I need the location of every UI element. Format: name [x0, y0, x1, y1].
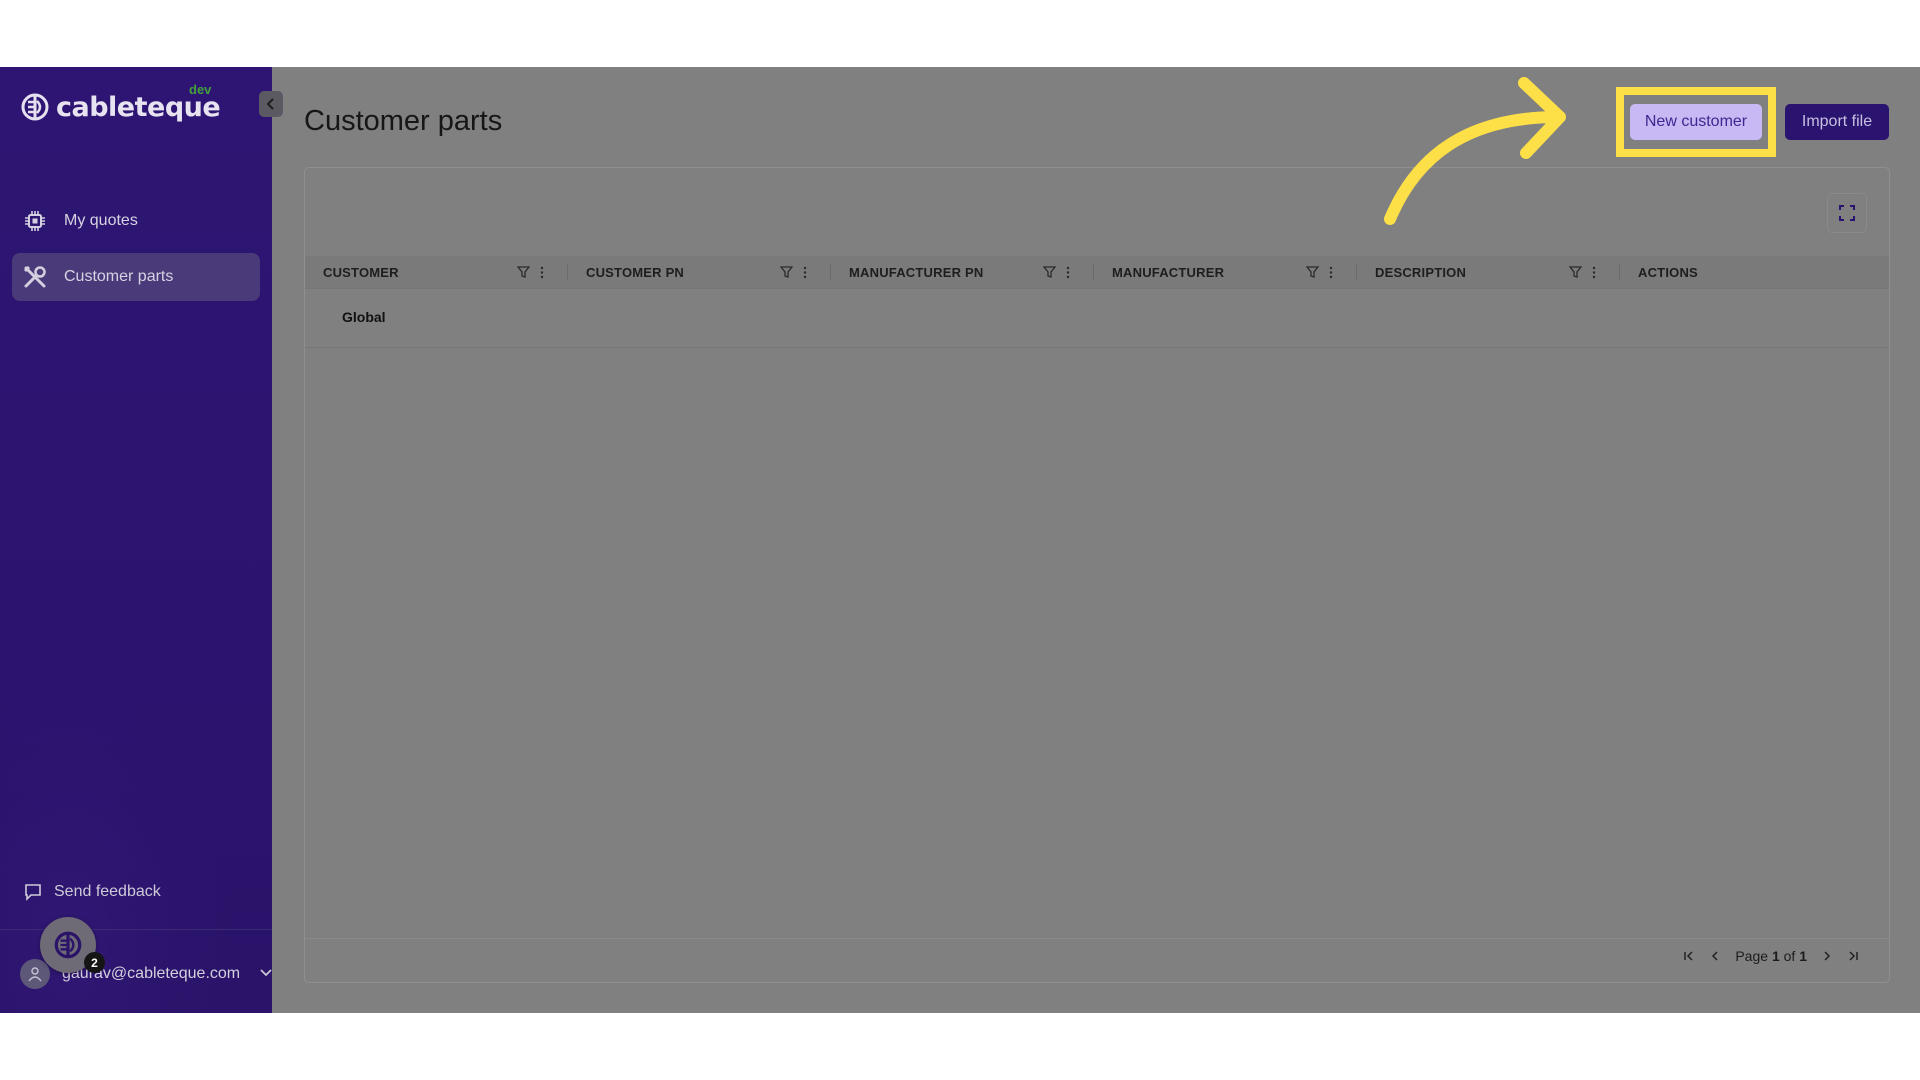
logo-icon	[21, 93, 49, 121]
filter-icon[interactable]	[1306, 265, 1319, 279]
filter-icon[interactable]	[780, 265, 793, 279]
main-content: Customer parts New customer Import file …	[272, 67, 1920, 1013]
new-customer-button[interactable]: New customer	[1630, 104, 1762, 140]
column-separator[interactable]	[1356, 264, 1357, 280]
total-pages: 1	[1799, 948, 1807, 964]
table-footer: Page 1 of 1	[305, 938, 1889, 983]
chat-notification-badge: 2	[84, 952, 105, 973]
chip-icon	[22, 208, 48, 234]
filter-icon[interactable]	[1569, 265, 1582, 279]
group-row-label: Global	[342, 309, 386, 325]
annotation-arrow	[1384, 77, 1566, 225]
table-row[interactable]: Global	[305, 289, 1889, 348]
send-feedback-link[interactable]: Send feedback	[24, 883, 161, 901]
pagination: Page 1 of 1	[1683, 939, 1859, 973]
more-vertical-icon[interactable]	[1066, 266, 1070, 279]
chevron-left-icon	[266, 98, 274, 110]
message-icon	[25, 884, 41, 901]
first-page-icon[interactable]	[1683, 950, 1695, 962]
sidebar-item-label: My quotes	[64, 212, 138, 229]
avatar	[20, 959, 50, 989]
column-separator[interactable]	[567, 264, 568, 280]
app-window: cableteque dev My quotes Customer parts …	[0, 67, 1920, 1013]
sidebar-item-label: Customer parts	[64, 268, 174, 285]
env-badge: dev	[189, 82, 212, 97]
tools-icon	[22, 264, 48, 290]
chat-logo-icon	[54, 931, 82, 959]
page-indicator: Page 1 of 1	[1735, 948, 1807, 964]
page-title: Customer parts	[304, 105, 503, 137]
column-separator[interactable]	[830, 264, 831, 280]
next-page-icon[interactable]	[1821, 950, 1833, 962]
customer-parts-table-card: CUSTOMER CUSTOMER PN MANUFACTURER PN MAN…	[304, 167, 1890, 983]
column-header-actions: ACTIONS	[1638, 264, 1698, 280]
current-page: 1	[1771, 948, 1780, 964]
chevron-down-icon[interactable]	[258, 964, 272, 980]
expand-icon	[1839, 205, 1855, 221]
last-page-icon[interactable]	[1847, 950, 1859, 962]
sidebar: cableteque dev My quotes Customer parts …	[0, 67, 272, 1013]
column-header-description[interactable]: DESCRIPTION	[1375, 256, 1466, 288]
more-vertical-icon[interactable]	[1592, 266, 1596, 279]
user-icon	[28, 967, 42, 982]
column-header-manufacturer[interactable]: MANUFACTURER	[1112, 256, 1224, 288]
more-vertical-icon[interactable]	[1329, 266, 1333, 279]
send-feedback-label: Send feedback	[54, 883, 161, 900]
sidebar-item-customer-parts[interactable]: Customer parts	[12, 253, 260, 301]
fullscreen-button[interactable]	[1827, 193, 1867, 233]
previous-page-icon[interactable]	[1709, 950, 1721, 962]
filter-icon[interactable]	[1043, 265, 1056, 279]
sidebar-item-my-quotes[interactable]: My quotes	[12, 197, 260, 245]
table-header: CUSTOMER CUSTOMER PN MANUFACTURER PN MAN…	[305, 256, 1889, 289]
column-header-customer[interactable]: CUSTOMER	[323, 256, 399, 288]
column-header-manufacturer-pn[interactable]: MANUFACTURER PN	[849, 256, 983, 288]
collapse-sidebar-button[interactable]	[259, 91, 283, 117]
column-header-customer-pn[interactable]: CUSTOMER PN	[586, 256, 684, 288]
sidebar-divider	[0, 929, 272, 930]
of-label: of	[1783, 948, 1796, 964]
page-label: Page	[1735, 948, 1769, 964]
more-vertical-icon[interactable]	[540, 266, 544, 279]
column-separator[interactable]	[1093, 264, 1094, 280]
filter-icon[interactable]	[517, 265, 530, 279]
more-vertical-icon[interactable]	[803, 266, 807, 279]
column-separator[interactable]	[1619, 264, 1620, 280]
import-file-button[interactable]: Import file	[1785, 104, 1889, 140]
